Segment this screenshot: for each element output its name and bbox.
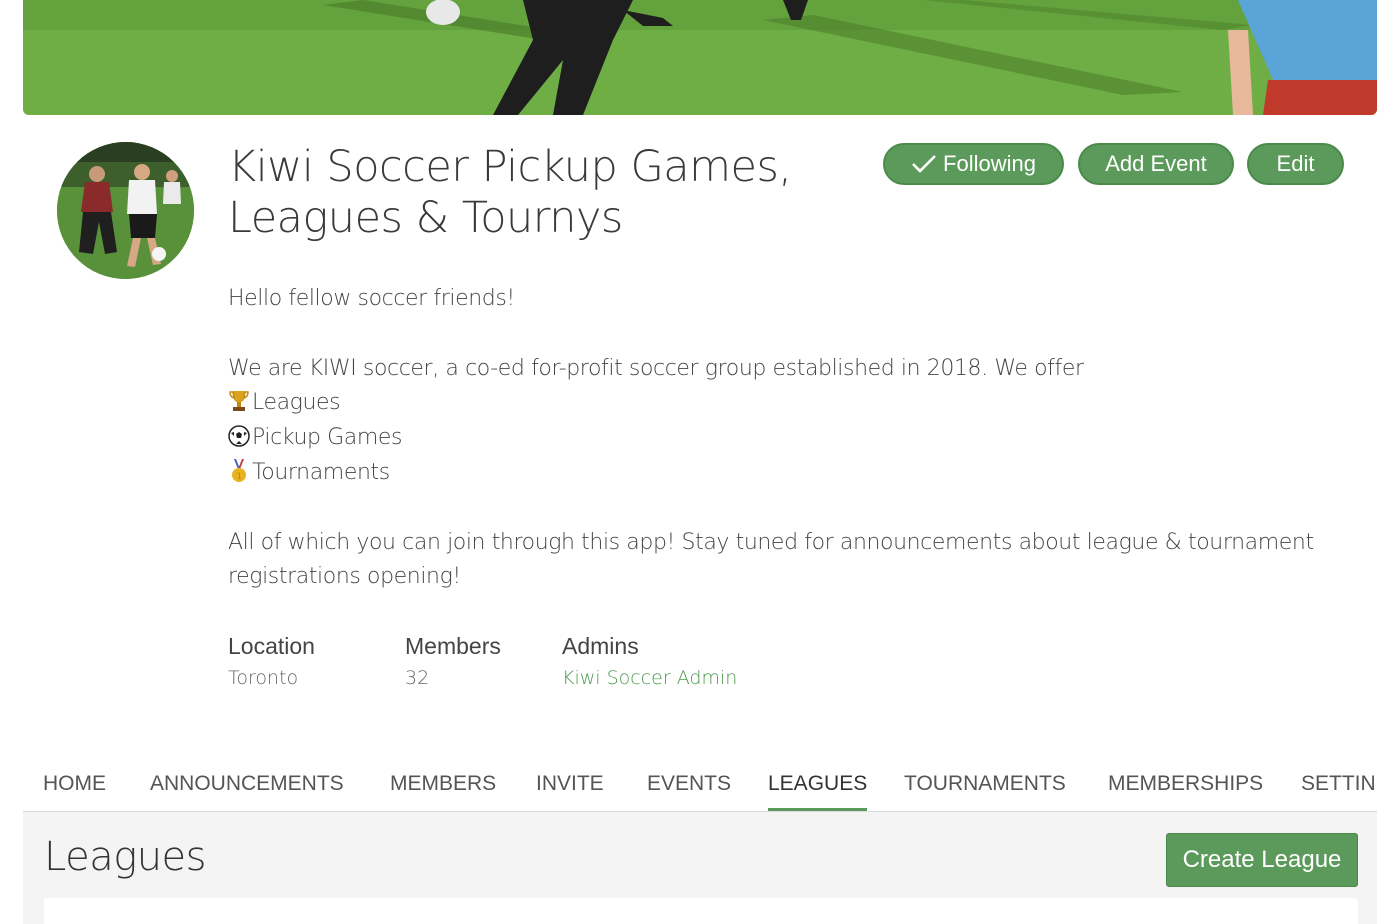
tab-settings[interactable]: SETTIN <box>1301 772 1376 811</box>
group-description: Hello fellow soccer friends! We are KIWI… <box>228 282 1328 595</box>
leagues-list-card <box>44 898 1358 924</box>
group-tabs: HOME ANNOUNCEMENTS MEMBERS INVITE EVENTS… <box>23 760 1377 812</box>
location-label: Location <box>228 633 315 659</box>
tab-members[interactable]: MEMBERS <box>390 772 496 811</box>
admin-link[interactable]: Kiwi Soccer Admin <box>562 666 737 690</box>
svg-text:1: 1 <box>236 472 241 482</box>
members-stat: Members 32 <box>405 632 501 690</box>
description-closing: All of which you can join through this a… <box>228 529 1314 590</box>
medal-icon: 1 <box>228 458 250 483</box>
offering-item: Pickup Games <box>228 421 1328 456</box>
location-value: Toronto <box>228 667 299 689</box>
tab-home[interactable]: HOME <box>43 772 106 811</box>
offering-label: Pickup Games <box>252 425 403 451</box>
admins-stat: Admins Kiwi Soccer Admin <box>562 632 737 690</box>
leagues-section: Leagues Create League <box>23 812 1377 924</box>
group-title: Kiwi Soccer Pickup Games, Leagues & Tour… <box>228 142 792 243</box>
tab-memberships[interactable]: MEMBERSHIPS <box>1108 772 1263 811</box>
edit-button[interactable]: Edit <box>1247 143 1344 185</box>
following-label: Following <box>943 151 1036 176</box>
soccer-ball-icon <box>228 424 250 448</box>
tab-invite[interactable]: INVITE <box>536 772 604 811</box>
admins-label: Admins <box>562 633 639 659</box>
trophy-icon <box>228 389 250 413</box>
members-label: Members <box>405 633 501 659</box>
description-greeting: Hello fellow soccer friends! <box>228 286 515 311</box>
check-icon <box>911 148 937 173</box>
tab-events[interactable]: EVENTS <box>647 772 731 811</box>
offering-label: Tournaments <box>252 459 390 485</box>
tab-announcements[interactable]: ANNOUNCEMENTS <box>150 772 344 811</box>
tab-tournaments[interactable]: TOURNAMENTS <box>904 772 1066 811</box>
following-button[interactable]: Following <box>883 143 1064 185</box>
offering-label: Leagues <box>252 390 341 416</box>
add-event-button[interactable]: Add Event <box>1078 143 1234 185</box>
tab-leagues[interactable]: LEAGUES <box>768 772 868 811</box>
description-intro: We are KIWI soccer, a co-ed for-profit s… <box>228 355 1084 381</box>
offering-item: 1 Tournaments <box>228 456 1328 491</box>
members-value: 32 <box>405 667 430 689</box>
group-avatar <box>57 142 194 279</box>
location-stat: Location Toronto <box>228 632 315 690</box>
leagues-heading: Leagues <box>44 834 207 880</box>
cover-photo <box>23 0 1377 115</box>
offering-item: Leagues <box>228 386 1328 421</box>
create-league-button[interactable]: Create League <box>1166 833 1358 887</box>
